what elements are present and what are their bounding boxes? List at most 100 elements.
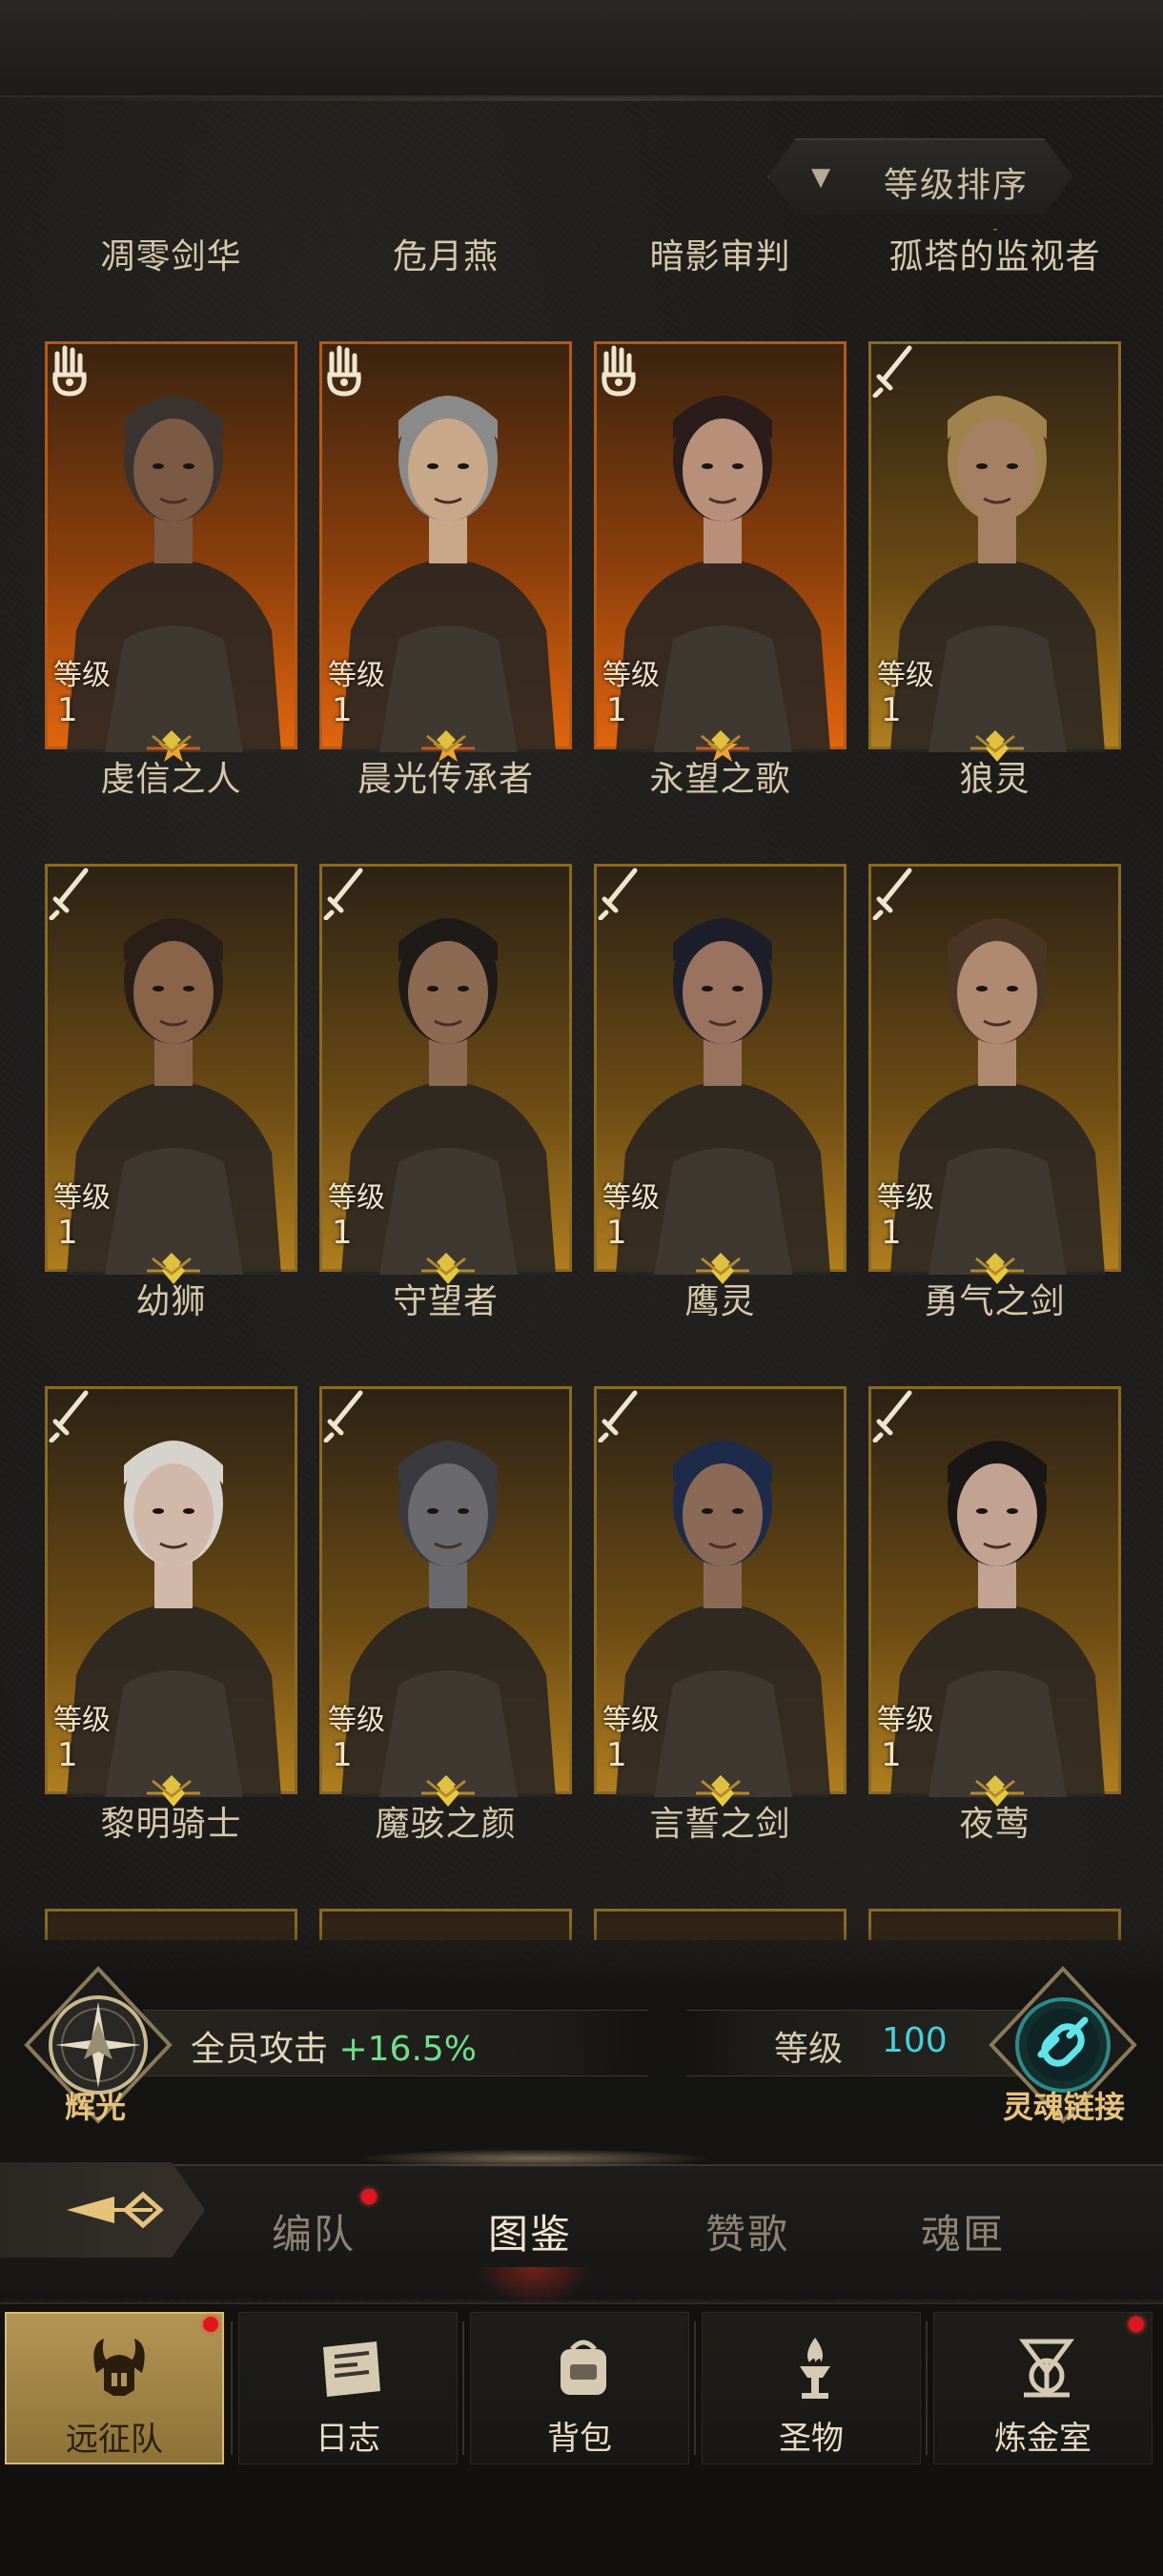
nav-separator [462, 2321, 464, 2455]
hand-role-icon [327, 345, 361, 397]
hero-portrait[interactable]: 等级 1 [868, 341, 1121, 762]
level-value: 1 [332, 1214, 353, 1252]
hero-name: 幼狮 [135, 1282, 207, 1321]
hero-portrait[interactable]: 等级 1 [594, 1386, 847, 1807]
hero-name: 勇气之剑 [924, 1282, 1066, 1321]
level-label: 等级 [602, 1181, 660, 1215]
sword-role-icon [49, 1390, 89, 1442]
hero-card[interactable]: 夜莺 [868, 1775, 1121, 1940]
level-label: 等级 [877, 659, 934, 692]
star-rank-emblem-icon [145, 229, 198, 233]
hand-role-icon [52, 345, 87, 397]
collection-level-bar [686, 2010, 1020, 2076]
diamond-rank-emblem-icon [426, 730, 466, 753]
hero-card[interactable]: 危月燕等级 1 [319, 229, 572, 762]
sword-role-icon [872, 1390, 912, 1442]
diamond-rank-emblem-icon [992, 229, 998, 231]
sword-role-icon [323, 868, 363, 920]
tab-4[interactable]: 魂匣 [921, 2202, 1005, 2260]
sword-role-icon [49, 868, 89, 920]
sort-by-level-button[interactable]: ▼ 等级排序 [767, 138, 1072, 215]
nav-journal[interactable]: 日志 [238, 2312, 458, 2464]
level-value: 1 [332, 691, 353, 729]
level-value: 1 [57, 1736, 78, 1774]
level-label: 等级 [53, 1181, 111, 1215]
nav-label: 远征队 [66, 2421, 163, 2459]
nav-backpack[interactable]: 背包 [470, 2312, 689, 2464]
hero-portrait[interactable]: 等级 1 [594, 864, 847, 1284]
hero-portrait[interactable]: 等级 1 [45, 1386, 297, 1807]
hero-name: 孤塔的监视者 [888, 237, 1101, 276]
hero-card[interactable]: 黎明骑士 [45, 1775, 297, 1940]
notification-badge [203, 2317, 218, 2332]
nav-label: 日志 [316, 2420, 380, 2458]
hero-portrait[interactable]: 等级 1 [868, 1386, 1121, 1807]
hero-name: 守望者 [392, 1282, 499, 1321]
tab-1[interactable]: 编队 [272, 2202, 356, 2260]
hero-name: 黎明骑士 [100, 1805, 242, 1844]
hero-card[interactable]: 暗影审判等级 1 [594, 229, 847, 762]
hero-card[interactable]: 虔信之人 等级 1 [45, 730, 297, 1284]
alchemy-icon [1019, 2339, 1074, 2398]
diamond-rank-emblem-icon [701, 730, 741, 753]
hero-name: 夜莺 [959, 1805, 1030, 1844]
level-value: 1 [881, 1214, 902, 1252]
hero-card[interactable]: 勇气之剑等级 1 [868, 1253, 1121, 1807]
journal-icon [323, 2341, 380, 2397]
soul-link-label: 灵魂链接 [1003, 2089, 1126, 2125]
hero-card[interactable]: 幼狮等级 1 [45, 1253, 297, 1807]
nav-relic-torch[interactable]: 圣物 [702, 2312, 921, 2464]
sword-role-icon [598, 868, 638, 920]
star-rank-emblem-icon [694, 229, 747, 233]
hero-portrait[interactable]: 等级 1 [45, 864, 297, 1284]
nav-separator [926, 2321, 928, 2455]
hero-card[interactable]: 孤塔的监视者等级 1 [868, 229, 1121, 762]
level-label: 等级 [53, 1704, 111, 1737]
collection-level-label: 等级 [774, 2030, 844, 2069]
hero-card[interactable]: 言誓之剑 [594, 1775, 847, 1940]
tab-2[interactable]: 图鉴 [488, 2202, 572, 2260]
sword-role-icon [323, 1390, 363, 1442]
tab-3[interactable]: 赞歌 [705, 2202, 789, 2260]
level-label: 等级 [328, 1181, 385, 1215]
hero-portrait[interactable]: 等级 1 [319, 864, 572, 1284]
hero-portrait[interactable]: 等级 1 [868, 864, 1121, 1284]
horned-helmet-icon [93, 2339, 145, 2396]
hero-card[interactable]: 晨光传承者 等级 1 [319, 730, 572, 1284]
relic-torch-icon [800, 2338, 830, 2399]
hero-card[interactable]: 鹰灵 等级 1 [594, 1253, 847, 1807]
hero-collection-grid: 凋零剑华 等级 1 危月燕 等级 1 暗影审判 等级 1 孤塔的监视者 等级 1 虔信之人 等级 1 晨光传承… [45, 229, 1122, 1940]
level-value: 1 [881, 1736, 902, 1774]
diamond-rank-emblem-icon [701, 1253, 741, 1276]
level-label: 等级 [877, 1181, 934, 1215]
attack-bonus-text: 全员攻击 +16.5% [191, 2021, 477, 2071]
level-label: 等级 [328, 1704, 385, 1737]
hero-card[interactable]: 永望之歌 等级 1 [594, 730, 847, 1284]
diamond-rank-emblem-icon [426, 1775, 466, 1798]
hero-card[interactable]: 魔骇之颜 [319, 1775, 572, 1940]
hero-card[interactable]: 守望者等级 1 [319, 1253, 572, 1807]
diamond-rank-emblem-icon [701, 1775, 741, 1798]
hero-name: 危月燕 [392, 237, 499, 276]
hero-portrait[interactable]: 等级 1 [594, 341, 847, 762]
level-value: 1 [57, 691, 78, 729]
dropdown-arrow-icon: ▼ [811, 163, 830, 192]
nav-horned-helmet[interactable]: 远征队 [5, 2312, 224, 2464]
diamond-rank-emblem-icon [426, 1253, 466, 1276]
hero-portrait[interactable]: 等级 1 [319, 1386, 572, 1807]
hero-card[interactable]: 凋零剑华 等级 1 [45, 229, 297, 762]
hero-name: 暗影审判 [649, 237, 791, 276]
notification-badge [1129, 2317, 1144, 2332]
attack-value: +16.5% [338, 2030, 477, 2069]
nav-label: 圣物 [779, 2420, 844, 2458]
nav-separator [231, 2321, 233, 2455]
hero-name: 狼灵 [959, 760, 1030, 799]
level-label: 等级 [602, 659, 660, 692]
star-rank-emblem-icon [419, 229, 473, 233]
active-tab-underline [477, 2267, 591, 2305]
nav-alchemy[interactable]: 炼金室 [933, 2312, 1153, 2464]
hero-portrait[interactable]: 等级 1 [45, 341, 297, 762]
hero-card[interactable]: 狼灵等级 1 [868, 730, 1121, 1284]
hero-portrait[interactable]: 等级 1 [319, 341, 572, 762]
back-button[interactable] [0, 2162, 205, 2258]
